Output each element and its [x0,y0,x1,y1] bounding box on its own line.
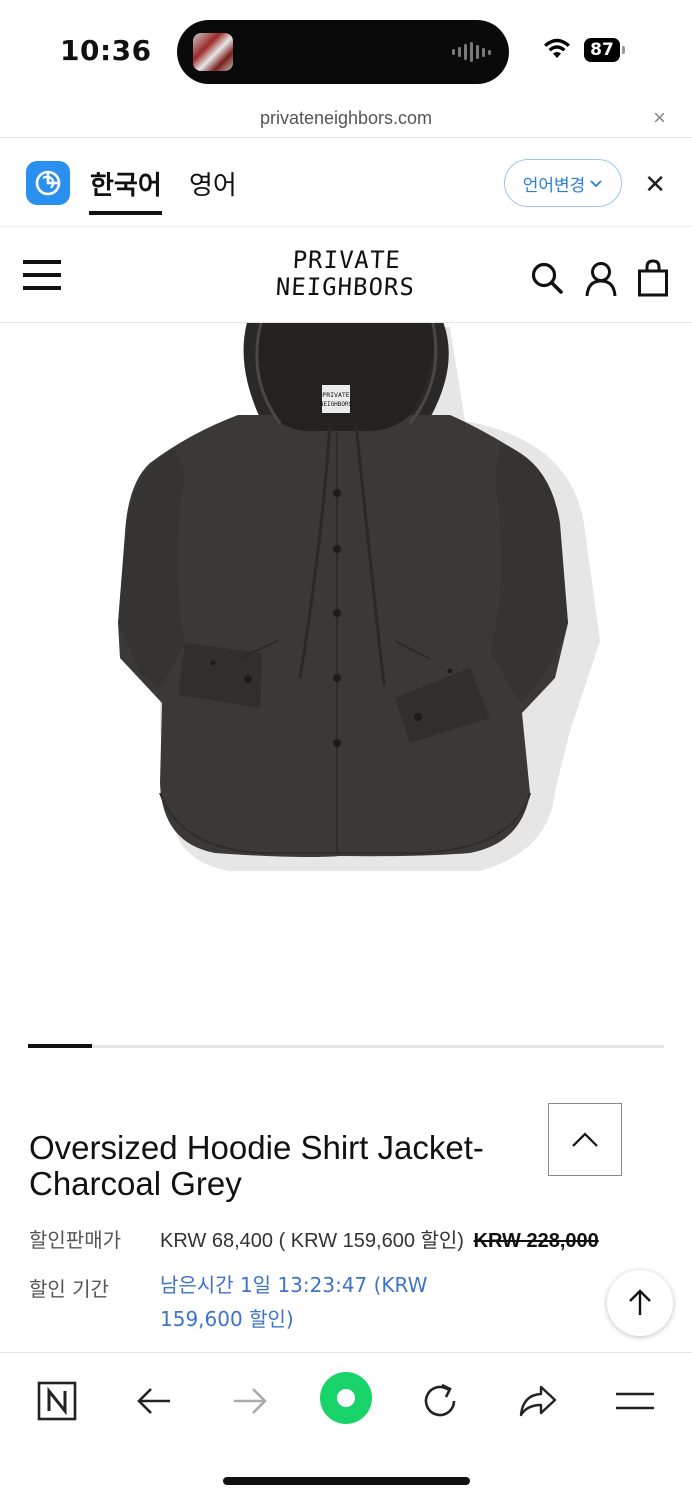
chevron-down-icon [590,180,602,188]
scroll-to-top-button[interactable] [607,1270,673,1336]
change-language-label: 언어변경 [522,175,586,196]
product-image[interactable]: PRIVATE NEIGHBORS [0,323,692,1023]
home-indicator[interactable] [223,1477,470,1485]
reload-icon [424,1383,456,1417]
share-button[interactable] [512,1375,564,1427]
shopping-bag-icon[interactable] [637,259,669,297]
translate-bar: 한국어 영어 언어변경 ✕ [0,139,692,227]
garment-label-line1: PRIVATE [322,391,349,399]
brand-logo[interactable]: PRIVATE NEIGHBORS [271,246,422,301]
sale-price-value: KRW 68,400 ( KRW 159,600 할인) KRW 228,000 [160,1224,599,1253]
battery-indicator: 87 [584,38,620,62]
menu-icon [616,1392,654,1410]
status-time: 10:36 [60,34,152,67]
audio-wave-icon [452,42,491,62]
tab-korean[interactable]: 한국어 [90,165,162,202]
product-title: Oversized Hoodie Shirt Jacket-Charcoal G… [29,1129,484,1202]
brand-logo-line1: PRIVATE [291,246,402,274]
forward-button[interactable] [224,1375,276,1427]
naver-home-button[interactable] [31,1375,83,1427]
discount-period-label: 할인 기간 [29,1277,109,1301]
sale-price: KRW 68,400 ( KRW 159,600 할인) [160,1230,464,1252]
green-dot-icon [320,1372,372,1424]
tab-english[interactable]: 영어 [189,165,237,202]
forward-icon [234,1388,267,1414]
back-button[interactable] [128,1375,180,1427]
translate-close-icon[interactable]: ✕ [644,169,666,200]
brand-logo-line2: NEIGHBORS [275,273,416,301]
now-playing-thumbnail [193,33,233,71]
back-icon [137,1388,170,1414]
battery-cap [622,46,625,54]
menu-icon[interactable] [23,260,61,290]
browser-menu-button[interactable] [609,1375,661,1427]
status-bar: 10:36 87 [0,0,692,100]
search-icon[interactable] [530,261,564,295]
url-bar[interactable]: privateneighbors.com × [0,100,692,138]
original-price: KRW 228,000 [473,1230,599,1252]
green-dot-button[interactable] [319,1371,373,1425]
image-collapse-button[interactable] [548,1103,622,1176]
active-tab-underline [89,211,162,215]
reload-button[interactable] [415,1375,467,1427]
user-icon[interactable] [584,261,618,297]
carousel-track[interactable] [28,1045,664,1048]
naver-icon [37,1381,77,1421]
garment-label-line2: NEIGHBORS [320,401,353,408]
chevron-up-icon [572,1131,598,1147]
share-icon [519,1385,557,1417]
translate-app-icon[interactable] [26,161,70,205]
carousel-progress [28,1044,92,1048]
dynamic-island[interactable] [177,20,509,84]
change-language-button[interactable]: 언어변경 [504,159,622,207]
arrow-up-icon [629,1289,651,1315]
wifi-icon [544,38,570,58]
browser-toolbar [0,1352,692,1500]
url-close-icon[interactable]: × [653,105,666,131]
sale-price-label: 할인판매가 [29,1228,121,1252]
site-header: PRIVATE NEIGHBORS [0,227,692,323]
discount-period-value: 남은시간 1일 13:23:47 (KRW 159,600 할인) [160,1273,428,1331]
url-text[interactable]: privateneighbors.com [0,108,692,129]
